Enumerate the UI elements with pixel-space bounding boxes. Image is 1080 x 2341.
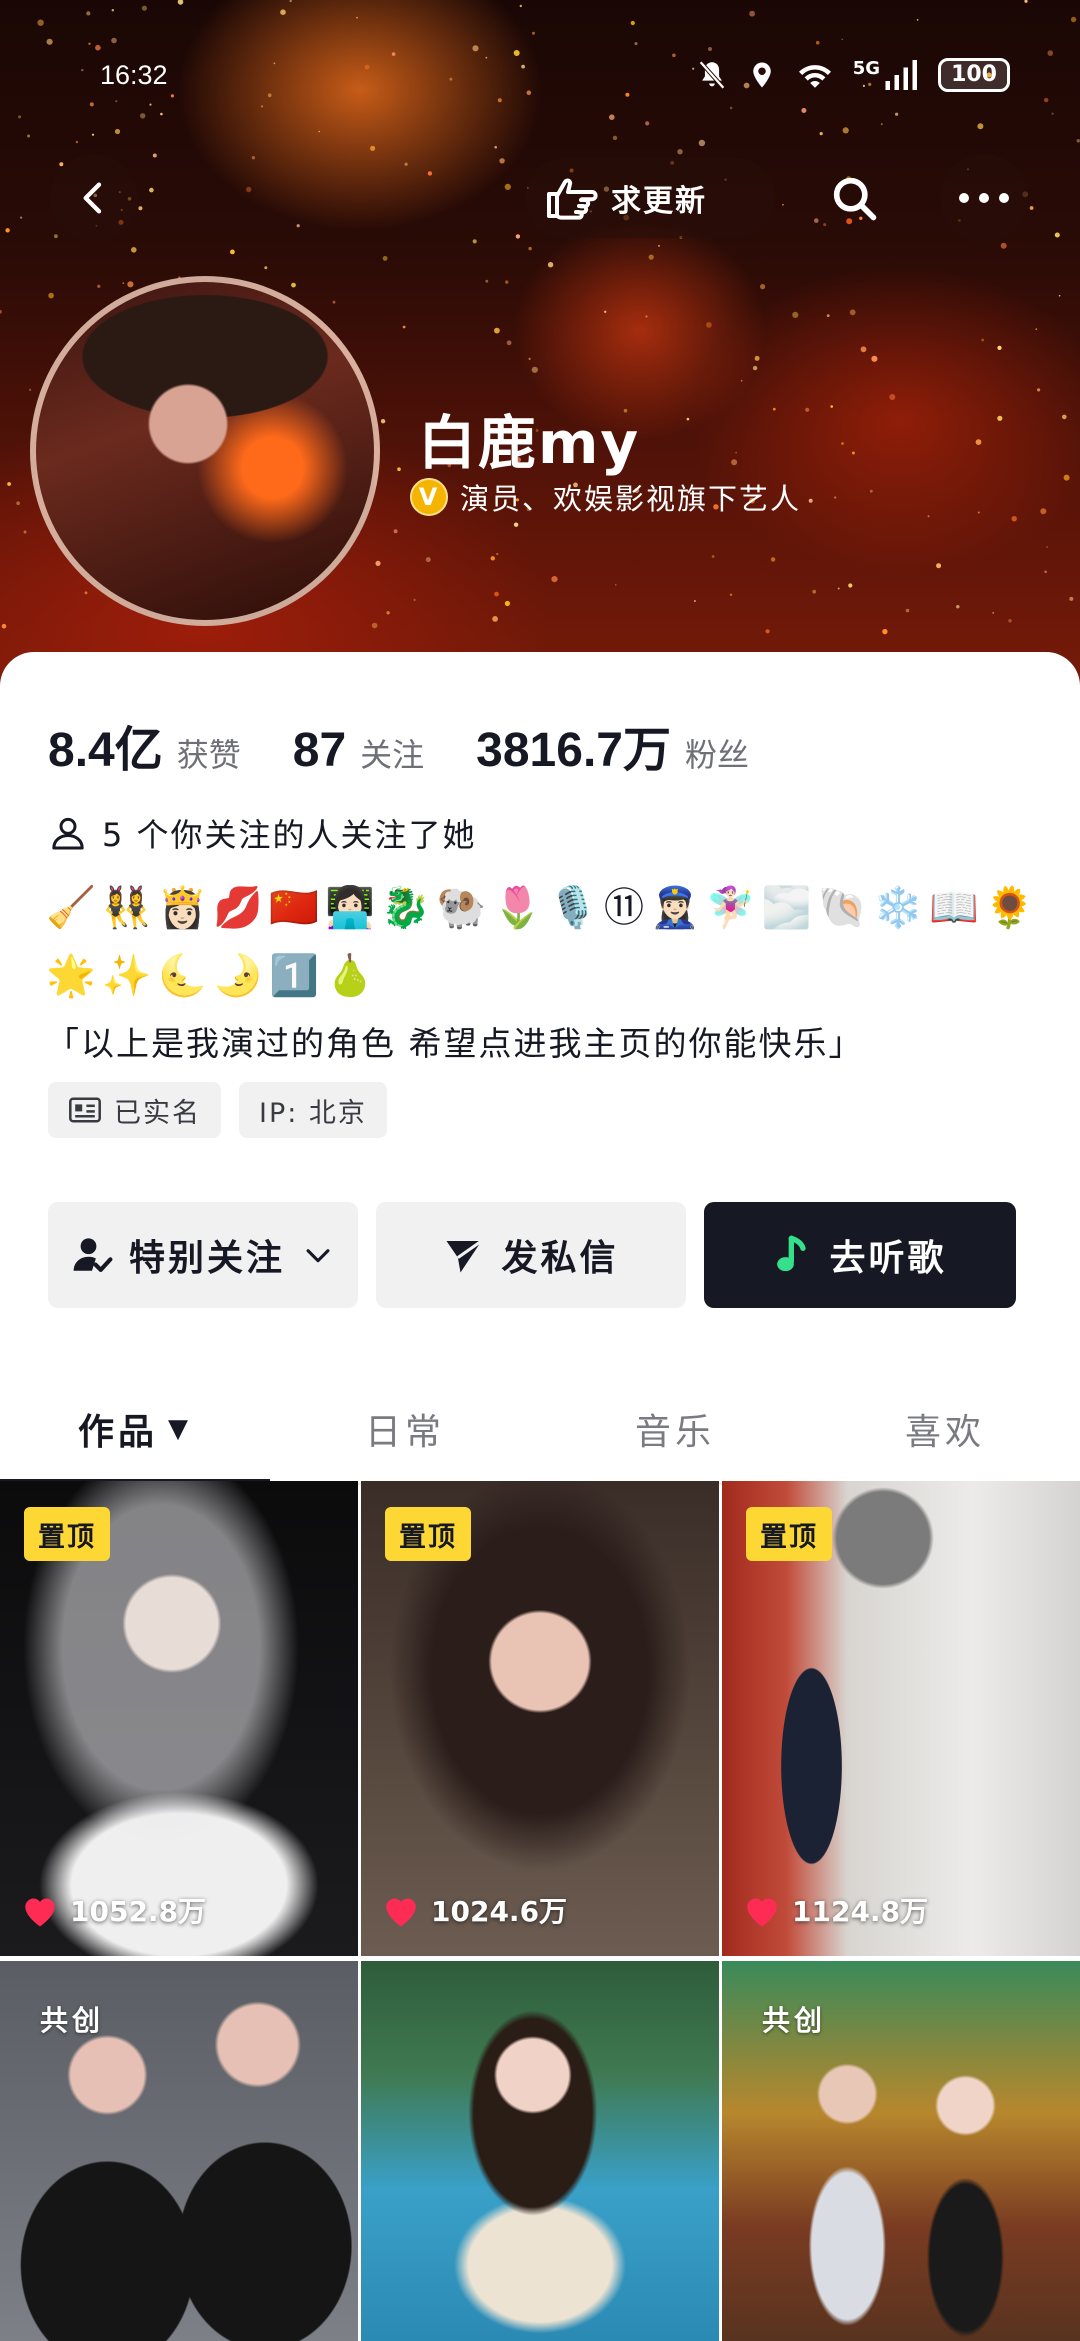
video-grid: 置顶 1052.8万 置顶 1024.6万 置顶 1124.8万 共创 共创 — [0, 1481, 1080, 2341]
video-thumbnail[interactable]: 置顶 1024.6万 — [361, 1481, 719, 1956]
tab-works[interactable]: 作品 ▼ — [0, 1374, 270, 1484]
stat-following-label: 关注 — [360, 736, 425, 774]
video-thumbnail[interactable]: 置顶 1052.8万 — [0, 1481, 358, 1956]
bio-emoji-line-2: 🌟✨🌜🌛1️⃣🍐 — [46, 953, 381, 999]
more-button[interactable] — [940, 154, 1028, 242]
profile-tags: 已实名 IP: 北京 — [48, 1082, 387, 1138]
co-creation-badge: 共创 — [40, 2004, 105, 2037]
status-time: 16:32 — [100, 60, 168, 90]
mute-bell-icon — [698, 60, 725, 90]
tab-likes-label: 喜欢 — [904, 1412, 985, 1453]
stat-followers[interactable]: 3816.7万 粉丝 — [476, 710, 749, 780]
stat-likes: 8.4亿 获赞 — [48, 710, 241, 780]
stat-following[interactable]: 87 关注 — [293, 723, 424, 778]
mutual-follow-text: 5 个你关注的人关注了她 — [102, 816, 477, 854]
video-likes-count: 1124.8万 — [792, 1895, 929, 1928]
pinned-badge: 置顶 — [385, 1507, 471, 1561]
bio-text: 「以上是我演过的角色 希望点进我主页的你能快乐」 — [46, 1024, 864, 1063]
request-update-button[interactable]: 求更新 — [525, 158, 775, 238]
more-dots-icon — [959, 193, 1009, 203]
video-likes: 1024.6万 — [381, 1890, 567, 1930]
location-icon — [753, 62, 771, 88]
profile-actions: 特别关注 发私信 去听歌 — [48, 1202, 1016, 1308]
mutual-follow-row[interactable]: 5 个你关注的人关注了她 — [48, 810, 477, 856]
chevron-left-icon — [83, 182, 102, 214]
heart-icon — [25, 1898, 55, 1927]
send-message-button[interactable]: 发私信 — [376, 1202, 686, 1308]
tab-daily[interactable]: 日常 — [270, 1374, 540, 1484]
verification-text: 演员、欢娱影视旗下艺人 — [460, 482, 802, 516]
paper-plane-icon — [446, 1239, 483, 1273]
signal-icon — [885, 60, 918, 90]
video-thumbnail[interactable] — [361, 1961, 719, 2341]
tab-daily-label: 日常 — [364, 1412, 445, 1453]
ip-location-label: IP: 北京 — [259, 1097, 367, 1129]
request-update-label: 求更新 — [611, 184, 707, 219]
video-likes: 1124.8万 — [742, 1890, 928, 1930]
status-icons: 5G 100 — [695, 58, 1010, 92]
status-bar: 16:32 5G 100 — [0, 52, 1080, 102]
listen-music-label: 去听歌 — [829, 1238, 947, 1279]
ip-location-tag: IP: 北京 — [239, 1082, 387, 1138]
real-name-tag: 已实名 — [48, 1082, 221, 1138]
tab-music-label: 音乐 — [634, 1412, 715, 1453]
caret-down-icon: ▼ — [168, 1414, 192, 1444]
profile-banner: 16:32 5G 100 求更新 白鹿my V 演员、欢娱影视旗下艺人 — [0, 0, 1080, 720]
stat-following-value: 87 — [292, 724, 347, 777]
stat-likes-label: 获赞 — [176, 736, 241, 774]
real-name-label: 已实名 — [114, 1097, 201, 1129]
video-likes: 1052.8万 — [20, 1890, 206, 1930]
tab-likes[interactable]: 喜欢 — [810, 1374, 1080, 1484]
id-card-icon — [69, 1097, 101, 1123]
search-icon — [833, 177, 877, 221]
content-tabs: 作品 ▼ 日常 音乐 喜欢 — [0, 1374, 1080, 1484]
pinned-badge: 置顶 — [24, 1507, 110, 1561]
heart-icon — [386, 1898, 416, 1927]
back-button[interactable] — [50, 154, 138, 242]
video-likes-count: 1052.8万 — [70, 1895, 207, 1928]
stat-followers-label: 粉丝 — [684, 736, 749, 774]
profile-nickname: 白鹿my — [418, 409, 641, 477]
co-creation-badge: 共创 — [762, 2004, 827, 2037]
battery-indicator: 100 — [938, 58, 1010, 92]
video-thumbnail[interactable]: 共创 — [722, 1961, 1080, 2341]
search-button[interactable] — [810, 154, 898, 242]
chevron-down-icon — [306, 1249, 330, 1263]
tab-works-label: 作品 — [77, 1412, 158, 1453]
special-follow-label: 特别关注 — [128, 1238, 285, 1279]
listen-music-button[interactable]: 去听歌 — [704, 1202, 1016, 1308]
profile-stats: 8.4亿 获赞 87 关注 3816.7万 粉丝 — [48, 710, 801, 780]
wifi-icon — [798, 65, 831, 88]
pointing-hand-icon — [547, 178, 598, 220]
stat-followers-value: 3816.7万 — [476, 724, 671, 777]
verification-row: V 演员、欢娱影视旗下艺人 — [410, 476, 801, 518]
send-message-label: 发私信 — [501, 1238, 619, 1279]
video-thumbnail[interactable]: 置顶 1124.8万 — [722, 1481, 1080, 1956]
tab-music[interactable]: 音乐 — [540, 1374, 810, 1484]
stat-likes-value: 8.4亿 — [48, 724, 163, 777]
top-navigation: 求更新 — [0, 150, 1080, 246]
person-icon — [52, 817, 84, 850]
verified-badge-icon: V — [410, 478, 448, 516]
network-type: 5G — [852, 57, 881, 79]
heart-icon — [747, 1898, 777, 1927]
special-follow-button[interactable]: 特别关注 — [48, 1202, 358, 1308]
person-check-icon — [73, 1238, 113, 1272]
bio-emoji-line-1: 🧹👯‍♀️👸🏻💋🇨🇳👩🏻‍💻🐉🐏🌷🎙️⑪👮🏻‍♀️🧚🏻‍♀️🌫️🐚❄️📖🌻 — [46, 885, 1041, 931]
video-likes-count: 1024.6万 — [431, 1895, 568, 1928]
avatar[interactable] — [30, 276, 380, 626]
video-thumbnail[interactable]: 共创 — [0, 1961, 358, 2341]
music-note-icon — [777, 1235, 807, 1272]
pinned-badge: 置顶 — [746, 1507, 832, 1561]
